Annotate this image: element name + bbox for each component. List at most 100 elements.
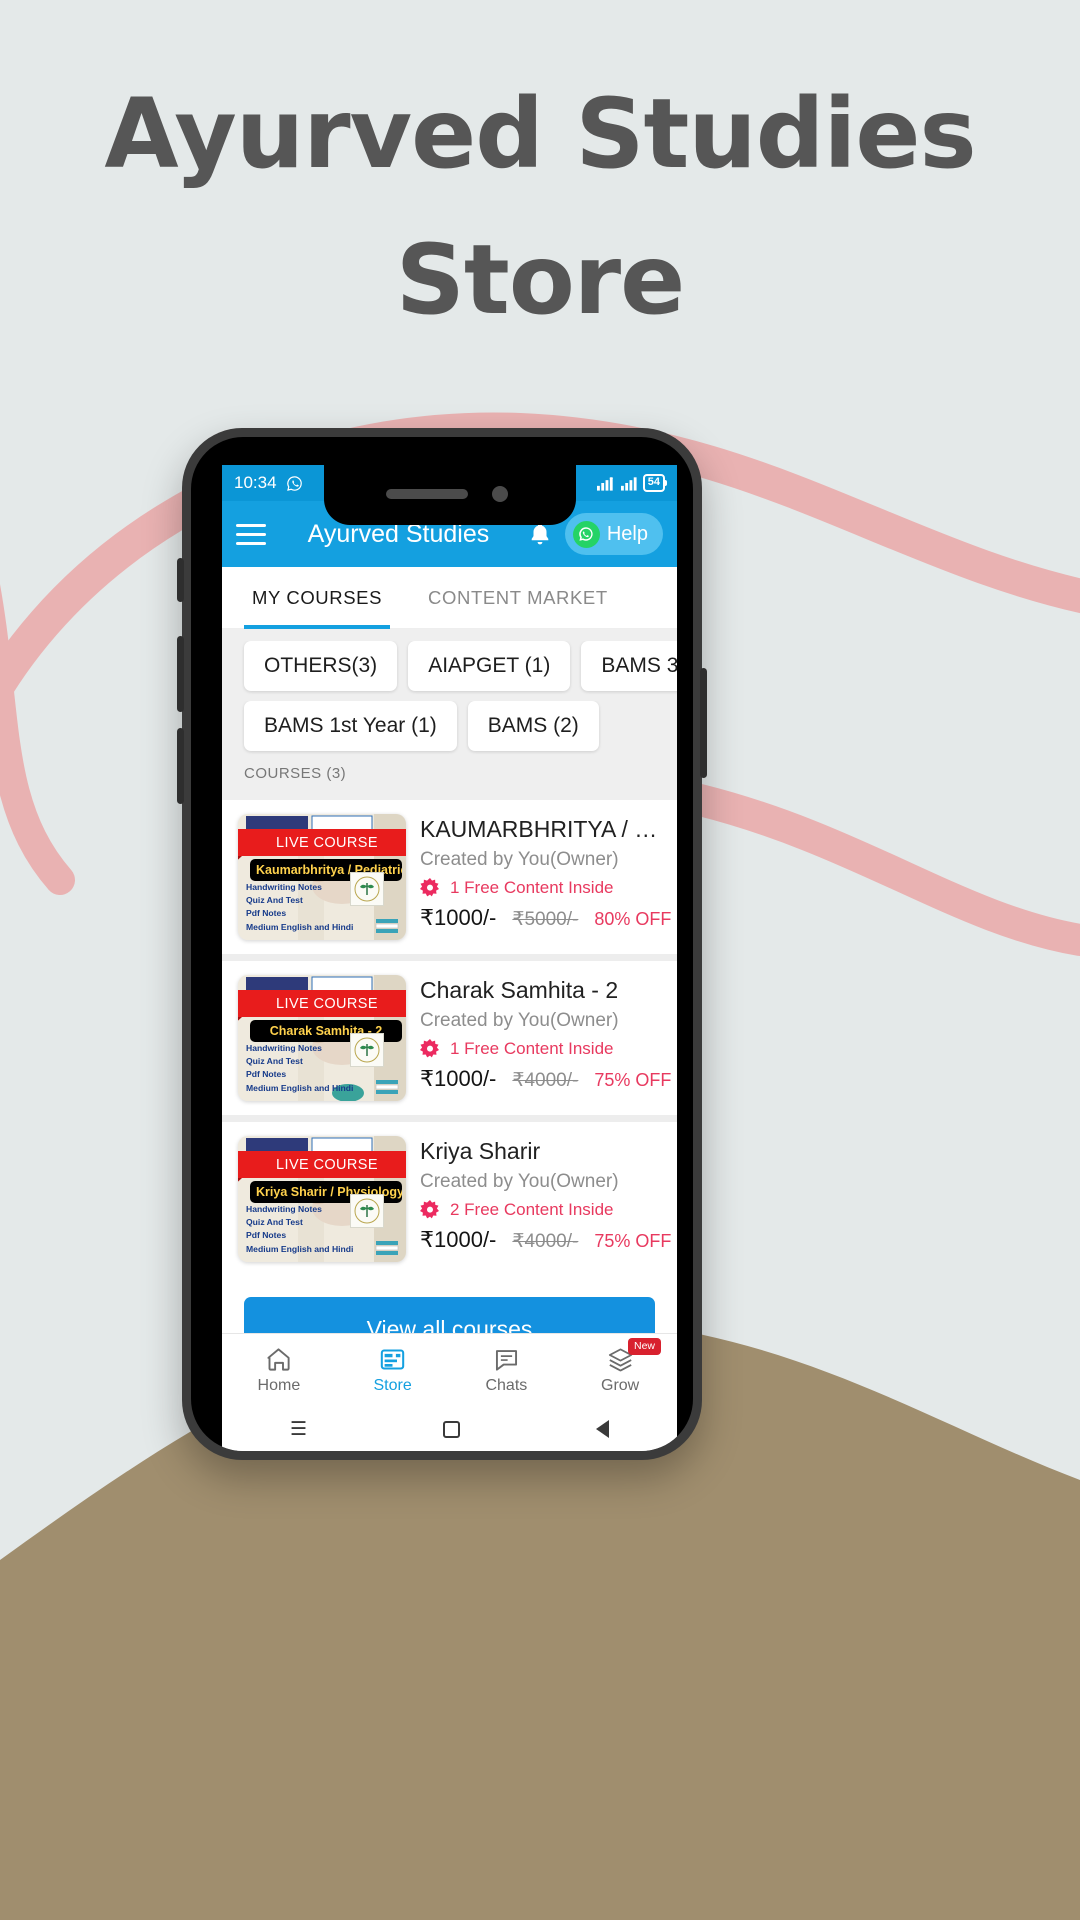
phone-bezel: 10:34 + 54 Ayurved Studies Help MY COURS… [191, 437, 693, 1451]
course-original-price: ₹4000/- [512, 1070, 579, 1091]
thumbnail-features: Handwriting Notes Quiz And Test Pdf Note… [246, 1203, 353, 1256]
help-button[interactable]: Help [564, 513, 663, 555]
pink-swoosh-right [684, 784, 1080, 956]
nav-item-home[interactable]: Home [222, 1334, 336, 1407]
svg-text:+: + [609, 476, 613, 483]
home-square-icon[interactable] [443, 1420, 461, 1438]
filter-chip-others[interactable]: OTHERS(3) [244, 641, 398, 691]
page-title-line2: Store [395, 223, 685, 336]
filter-chips-area: OTHERS(3) AIAPGET (1) BAMS 3rd Year BAMS… [222, 629, 677, 800]
signal-bars-icon: + [596, 476, 613, 491]
tab-content-market[interactable]: CONTENT MARKET [398, 567, 624, 629]
nav-item-store[interactable]: Store [336, 1334, 450, 1407]
course-discount: 75% OFF [594, 1070, 672, 1090]
thumbnail-feature: Pdf Notes [246, 1069, 287, 1080]
free-content-row: 1 Free Content Inside [420, 878, 665, 898]
store-icon [380, 1349, 405, 1370]
free-content-label: 1 Free Content Inside [450, 1039, 614, 1058]
hamburger-menu-icon[interactable] [236, 523, 266, 545]
course-price: ₹1000/- [420, 1066, 497, 1091]
thumbnail-feature: Handwriting Notes [246, 1203, 322, 1214]
course-title: KAUMARBHRITYA / Pediat... [420, 816, 665, 842]
tab-content-market-label: CONTENT MARKET [428, 586, 608, 608]
course-owner: Created by You(Owner) [420, 849, 619, 870]
thumbnail-feature: Handwriting Notes [246, 1042, 322, 1053]
new-badge: New [627, 1338, 661, 1355]
price-row: ₹1000/- ₹5000/- 80% OFF [420, 905, 671, 931]
thumbnail-feature: Pdf Notes [246, 1230, 287, 1241]
help-label: Help [606, 522, 648, 545]
filter-chip-aiapget[interactable]: AIAPGET (1) [408, 641, 571, 691]
filter-chip-row-2: BAMS 1st Year (1) BAMS (2) [222, 701, 677, 761]
thumbnail-feature: Medium English and Hindi [246, 1082, 354, 1093]
nav-item-grow-label: Grow [601, 1377, 640, 1394]
books-icon [375, 919, 399, 933]
nav-item-store-label: Store [373, 1377, 412, 1394]
filter-chip-row-1: OTHERS(3) AIAPGET (1) BAMS 3rd Year [222, 641, 677, 701]
course-discount: 80% OFF [594, 909, 672, 929]
thumbnail-features: Handwriting Notes Quiz And Test Pdf Note… [246, 1042, 353, 1095]
course-discount: 75% OFF [594, 1231, 672, 1251]
chat-icon [495, 1350, 517, 1371]
thumbnail-features: Handwriting Notes Quiz And Test Pdf Note… [246, 881, 353, 934]
page-title: Ayurved Studies Store [0, 62, 1080, 354]
course-list: LIVE COURSE Kaumarbhritya / Pediatrics H… [222, 800, 677, 1276]
course-info: KAUMARBHRITYA / Pediat... Created by You… [420, 814, 671, 940]
free-content-row: 1 Free Content Inside [420, 1039, 665, 1059]
phone-button-power [700, 668, 707, 778]
free-badge-icon [420, 1200, 439, 1219]
thumbnail-feature: Medium English and Hindi [246, 1243, 354, 1254]
course-thumbnail: LIVE COURSE Charak Samhita - 2 Handwriti… [238, 975, 406, 1101]
institute-logo-icon [350, 1033, 384, 1067]
phone-button-mute [177, 558, 184, 602]
live-course-ribbon: LIVE COURSE [238, 829, 406, 856]
price-row: ₹1000/- ₹4000/- 75% OFF [420, 1066, 671, 1092]
tab-my-courses[interactable]: MY COURSES [222, 567, 398, 629]
course-price: ₹1000/- [420, 1227, 497, 1252]
course-card[interactable]: LIVE COURSE Kaumarbhritya / Pediatrics H… [222, 800, 677, 954]
filter-chip-bams-1st-year[interactable]: BAMS 1st Year (1) [244, 701, 457, 751]
course-thumbnail: LIVE COURSE Kriya Sharir / Physiology Ha… [238, 1136, 406, 1262]
free-badge-icon [420, 1039, 439, 1058]
course-card[interactable]: LIVE COURSE Kriya Sharir / Physiology Ha… [222, 1122, 677, 1276]
page-title-line1: Ayurved Studies [104, 78, 976, 190]
books-icon [375, 1241, 399, 1255]
recents-icon[interactable]: ☰ [290, 1418, 307, 1441]
course-original-price: ₹4000/- [512, 1231, 579, 1252]
filter-chip-bams-3rd-year[interactable]: BAMS 3rd Year [581, 641, 677, 691]
tab-my-courses-label: MY COURSES [252, 586, 383, 608]
institute-logo-icon [350, 1194, 384, 1228]
free-content-label: 1 Free Content Inside [450, 878, 614, 897]
phone-screen: 10:34 + 54 Ayurved Studies Help MY COURS… [222, 465, 677, 1451]
thumbnail-feature: Pdf Notes [246, 908, 287, 919]
course-card[interactable]: LIVE COURSE Charak Samhita - 2 Handwriti… [222, 961, 677, 1115]
course-original-price: ₹5000/- [512, 909, 579, 930]
thumbnail-feature: Medium English and Hindi [246, 921, 354, 932]
phone-notch [323, 465, 576, 525]
live-course-ribbon: LIVE COURSE [238, 990, 406, 1017]
thumbnail-feature: Quiz And Test [246, 1217, 303, 1228]
battery-indicator: 54 [642, 474, 668, 492]
books-icon [375, 1080, 399, 1094]
thumbnail-feature: Handwriting Notes [246, 881, 322, 892]
nav-item-grow[interactable]: New Grow [563, 1334, 677, 1407]
course-title: Kriya Sharir [420, 1138, 541, 1164]
course-owner: Created by You(Owner) [420, 1010, 619, 1031]
android-navigation-bar: ☰ [222, 1407, 677, 1451]
bottom-navigation: Home Store Chats New Grow [222, 1333, 677, 1407]
back-triangle-icon[interactable] [596, 1420, 609, 1438]
nav-item-chats[interactable]: Chats [450, 1334, 564, 1407]
cellular-bars-icon [620, 477, 637, 491]
course-info: Charak Samhita - 2 Created by You(Owner)… [420, 975, 671, 1101]
filter-chip-bams[interactable]: BAMS (2) [467, 701, 599, 751]
ribbon-tail [238, 856, 242, 865]
nav-item-home-label: Home [257, 1377, 301, 1394]
thumbnail-feature: Quiz And Test [246, 895, 303, 906]
phone-button-volume-up [177, 636, 184, 712]
institute-logo-icon [350, 872, 384, 906]
course-thumbnail: LIVE COURSE Kaumarbhritya / Pediatrics H… [238, 814, 406, 940]
price-row: ₹1000/- ₹4000/- 75% OFF [420, 1227, 671, 1253]
course-price: ₹1000/- [420, 905, 497, 930]
courses-count-label: COURSES (3) [222, 761, 677, 794]
status-bar-left: 10:34 [234, 473, 303, 493]
